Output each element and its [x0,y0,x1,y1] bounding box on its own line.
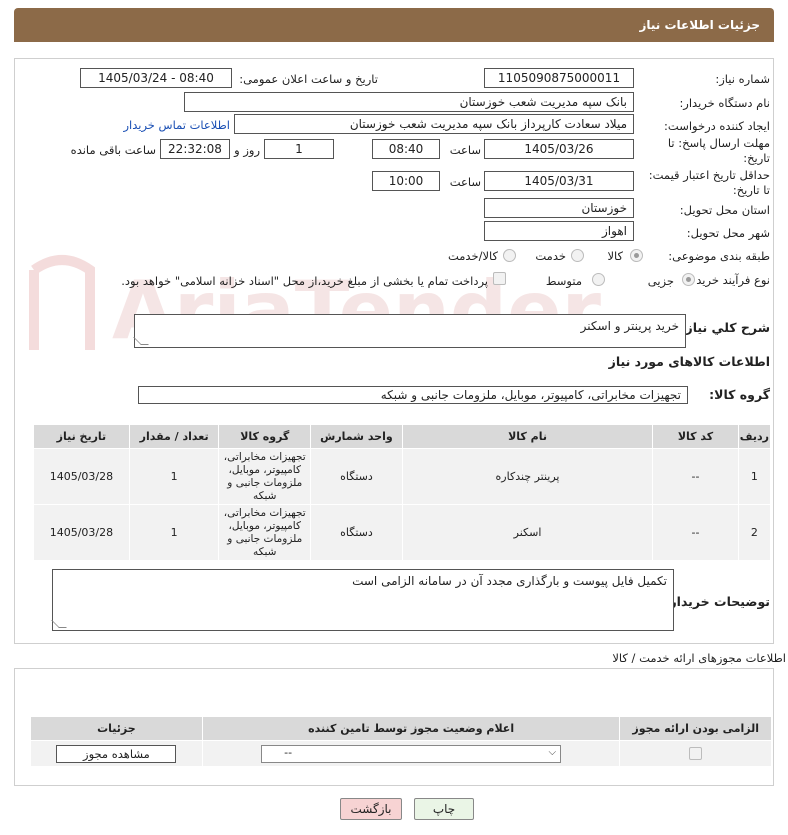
process-option-minor: جزیی [647,274,674,288]
cell-license-status: -- ⌵ [201,740,621,767]
buyer-notes-textarea[interactable]: تکمیل فایل پیوست و بارگذاری مجدد آن در س… [51,569,674,631]
cell-name: پرینتر چندکاره [401,448,654,505]
col-license-details: جزئیات [30,716,203,741]
resize-grip-icon[interactable] [133,337,149,345]
announce-label: تاریخ و ساعت اعلان عمومی: [239,72,378,86]
buyer-org-label: نام دستگاه خریدار: [679,96,770,110]
col-code: کد کالا [652,424,739,449]
process-option-medium: متوسط [545,274,582,288]
category-label: طبقه بندی موضوعی: [668,249,770,263]
category-option-service: خدمت [535,249,566,263]
table-row: 2 -- اسکنر دستگاه تجهیزات مخابراتی، کامپ… [33,504,772,561]
license-required-checkbox [689,747,703,761]
cell-group: تجهیزات مخابراتی، کامپیوتر، موبایل، ملزو… [218,448,312,505]
cell-group: تجهیزات مخابراتی، کامپیوتر، موبایل، ملزو… [218,504,312,561]
licenses-title: اطلاعات مجوزهای ارائه خدمت / کالا [612,651,786,665]
col-name: نام کالا [401,424,654,449]
col-qty: تعداد / مقدار [128,424,220,449]
goods-group-field: تجهیزات مخابراتی، کامپیوتر، موبایل، ملزو… [138,386,688,404]
cell-unit: دستگاه [310,504,403,561]
price-validity-label: حداقل تاریخ اعتبار قیمت: [648,168,770,182]
reply-date-field: 1405/03/26 [484,139,634,159]
need-number-label: شماره نیاز: [715,72,770,86]
buyer-notes-text: تکمیل فایل پیوست و بارگذاری مجدد آن در س… [352,574,667,588]
chevron-down-icon: ⌵ [548,746,557,758]
category-radio-goods[interactable] [630,249,643,262]
treasury-payment-checkbox[interactable] [493,272,506,285]
process-radio-medium[interactable] [592,273,605,286]
cell-license-details: مشاهده مجوز [30,740,203,767]
contact-buyer-link[interactable]: اطلاعات تماس خریدار [123,118,230,132]
price-date-field: 1405/03/31 [484,171,634,191]
col-row: ردیف [737,424,772,449]
cell-code: -- [652,448,739,505]
city-label: شهر محل تحویل: [686,226,770,240]
cell-date: 1405/03/28 [33,448,130,505]
goods-section-title: اطلاعات کالاهای مورد نیاز [608,354,770,369]
remaining-label: ساعت باقی مانده [70,143,156,157]
province-field: خوزستان [484,198,634,218]
category-radio-service[interactable] [571,249,584,262]
cell-code: -- [652,504,739,561]
goods-table-header: ردیف کد کالا نام کالا واحد شمارش گروه کا… [33,424,772,449]
col-date: تاریخ نیاز [33,424,130,449]
cell-row: 1 [737,448,772,505]
days-field: 1 [264,139,334,159]
summary-textarea[interactable]: خرید پرینتر و اسکنر [133,314,686,348]
price-time-field: 10:00 [372,171,440,191]
goods-table: ردیف کد کالا نام کالا واحد شمارش گروه کا… [33,424,772,561]
reply-deadline-label: مهلت ارسال پاسخ: تا [667,136,770,150]
cell-name: اسکنر [401,504,654,561]
cell-row: 2 [737,504,772,561]
cell-date: 1405/03/28 [33,504,130,561]
col-license-required: الزامی بودن ارائه مجوز [619,716,772,741]
table-row: 1 -- پرینتر چندکاره دستگاه تجهیزات مخابر… [33,448,772,505]
reply-time-field: 08:40 [372,139,440,159]
category-radio-goods-service[interactable] [503,249,516,262]
category-option-goods-service: کالا/خدمت [447,249,498,263]
goods-group-label: گروه کالا: [709,387,770,402]
category-option-goods: کالا [607,249,623,263]
province-label: استان محل تحویل: [679,203,770,217]
col-unit: واحد شمارش [310,424,403,449]
price-time-label: ساعت [449,175,481,189]
days-label: روز و [234,143,260,157]
license-status-value: -- [284,745,293,759]
cell-license-required [619,740,772,767]
licenses-table: الزامی بودن ارائه مجوز اعلام وضعیت مجوز … [30,716,772,767]
summary-text: خرید پرینتر و اسکنر [580,319,679,333]
col-group: گروه کالا [218,424,312,449]
creator-field: میلاد سعادت کارپرداز بانک سپه مدیریت شعب… [234,114,634,134]
page-header: جزئیات اطلاعات نیاز [14,8,774,42]
city-field: اهواز [484,221,634,241]
license-status-select[interactable]: -- ⌵ [261,744,562,763]
cell-qty: 1 [128,504,220,561]
reply-time-label: ساعت [449,143,481,157]
page-title: جزئیات اطلاعات نیاز [639,18,760,32]
col-license-status: اعلام وضعیت مجوز توسط تامین کننده [201,716,621,741]
licenses-table-header: الزامی بودن ارائه مجوز اعلام وضعیت مجوز … [30,716,772,741]
summary-label: شرح کلي نياز: [680,320,770,335]
process-label: نوع فرآیند خرید : [688,273,770,287]
back-button[interactable]: بازگشت [340,798,402,820]
cell-qty: 1 [128,448,220,505]
price-validity-label-date: تا تاریخ: [732,183,770,197]
remaining-time-field: 22:32:08 [160,139,230,159]
buyer-org-field: بانک سپه مدیریت شعب خوزستان [184,92,634,112]
creator-label: ایجاد کننده درخواست: [664,119,770,133]
buyer-notes-label: توضیحات خریدار: [664,594,770,609]
announce-field: 1405/03/24 - 08:40 [80,68,232,88]
print-button[interactable]: چاپ [414,798,474,820]
reply-deadline-label-date: تاریخ: [743,151,770,165]
treasury-payment-note: پرداخت تمام یا بخشی از مبلغ خرید،از محل … [121,274,488,288]
view-license-button[interactable]: مشاهده مجوز [56,744,177,763]
resize-grip-icon[interactable] [51,620,67,628]
need-number-field: 1105090875000011 [484,68,634,88]
process-radio-minor[interactable] [682,273,695,286]
cell-unit: دستگاه [310,448,403,505]
table-row: -- ⌵ مشاهده مجوز [30,740,772,767]
